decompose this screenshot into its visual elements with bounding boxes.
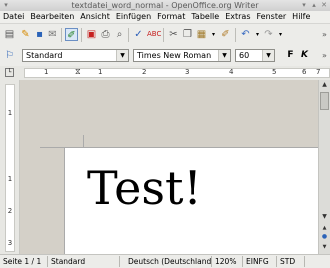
vertical-scrollbar[interactable]: ▲ ▼ ▲ ● ▼ — [318, 80, 330, 254]
status-bar: Seite 1 / 1 Standard Deutsch (Deutschlan… — [0, 254, 330, 268]
autospellcheck-icon[interactable]: ABC — [147, 28, 161, 41]
redo-dropdown-icon[interactable]: ▾ — [274, 28, 287, 41]
minimize-icon[interactable]: ▾ — [300, 1, 308, 9]
ruler-number: 2 — [7, 207, 13, 215]
scroll-up-icon[interactable]: ▲ — [319, 80, 330, 90]
print-icon[interactable]: ⎙ — [99, 28, 112, 41]
page-style[interactable]: Standard — [48, 256, 120, 267]
toolbar-separator — [235, 28, 236, 42]
paragraph-style-combo[interactable]: Standard ▼ — [22, 49, 129, 62]
clone-formatting-icon[interactable]: ✐ — [219, 28, 232, 41]
menu-hilfe[interactable]: Hilfe — [289, 11, 313, 23]
toolbar-separator — [163, 28, 164, 42]
font-name-combo[interactable]: Times New Roman ▼ — [133, 49, 231, 62]
bold-button[interactable]: F — [284, 49, 297, 62]
ruler-number: 5 — [272, 68, 277, 76]
zoom-indicator[interactable]: 120% — [212, 256, 243, 267]
menu-extras[interactable]: Extras — [222, 11, 253, 23]
ruler-number: 7 — [316, 68, 321, 76]
toolbar-overflow-icon[interactable]: » — [318, 49, 330, 62]
menu-ansicht[interactable]: Ansicht — [77, 11, 113, 23]
save-icon[interactable]: ▪ — [33, 28, 46, 41]
paragraph-style-value: Standard — [26, 51, 63, 60]
vertical-ruler[interactable]: 1 1 2 3 — [0, 80, 20, 254]
toolbar-separator — [61, 28, 62, 42]
selection-mode-indicator[interactable]: STD — [277, 256, 305, 267]
font-name-value: Times New Roman — [137, 51, 212, 60]
cut-icon[interactable]: ✂ — [167, 28, 180, 41]
document-area[interactable]: Test! — [20, 80, 318, 254]
export-pdf-icon[interactable]: ▣ — [85, 28, 98, 41]
window-title: textdatei_word_normal - OpenOffice.org W… — [71, 1, 259, 10]
scrollbar-thumb[interactable] — [320, 92, 329, 110]
horizontal-ruler[interactable]: └ 1 ⧖ 1 2 3 4 5 6 7 — [0, 66, 330, 81]
navigator-icon[interactable]: ● — [319, 232, 330, 242]
ruler-number: 6 — [302, 68, 307, 76]
copy-icon[interactable]: ❐ — [181, 28, 194, 41]
ruler-number: 4 — [229, 68, 234, 76]
toolbar-separator — [81, 28, 82, 42]
styles-formatting-icon[interactable]: ⚐ — [3, 49, 16, 62]
email-icon[interactable]: ✉ — [46, 28, 59, 41]
menu-einfuegen[interactable]: Einfügen — [113, 11, 154, 23]
menu-datei[interactable]: Datei — [0, 11, 27, 23]
menu-format[interactable]: Format — [154, 11, 188, 23]
menu-tabelle[interactable]: Tabelle — [188, 11, 222, 23]
ruler-number: 3 — [185, 68, 190, 76]
tab-type-icon[interactable]: └ — [5, 68, 14, 77]
ruler-number: 1 — [7, 109, 13, 117]
close-icon[interactable]: ✕ — [320, 1, 328, 9]
chevron-down-icon[interactable]: ▼ — [218, 50, 230, 61]
open-icon[interactable]: ✎ — [19, 28, 32, 41]
formatting-toolbar: ⚐ Standard ▼ Times New Roman ▼ 60 ▼ F K … — [0, 46, 330, 67]
chevron-down-icon[interactable]: ▼ — [262, 50, 274, 61]
spellcheck-icon[interactable]: ✓ — [132, 28, 145, 41]
italic-button[interactable]: K — [298, 49, 311, 62]
standard-toolbar: ▤ ✎ ▪ ✉ ✐ ▣ ⎙ ⌕ ✓ ABC ✂ ❐ ▦ ▾ ✐ ↶ ▾ ↷ ▾ … — [0, 24, 330, 47]
ruler-number: 1 — [98, 68, 103, 76]
menu-bearbeiten[interactable]: Bearbeiten — [27, 11, 77, 23]
next-page-icon[interactable]: ▼ — [319, 242, 330, 252]
document-text[interactable]: Test! — [87, 162, 202, 214]
ruler-number: 2 — [142, 68, 147, 76]
toolbar-separator — [128, 28, 129, 42]
language-indicator[interactable]: Deutsch (Deutschland) — [120, 256, 212, 267]
edit-file-icon[interactable]: ✐ — [65, 28, 78, 41]
font-size-value: 60 — [239, 51, 250, 60]
print-preview-icon[interactable]: ⌕ — [113, 28, 126, 41]
document-page[interactable]: Test! — [64, 147, 318, 254]
scroll-down-icon[interactable]: ▼ — [319, 212, 330, 222]
ruler-number: 3 — [7, 239, 13, 247]
toolbar-overflow-icon[interactable]: » — [318, 28, 330, 41]
menu-fenster[interactable]: Fenster — [254, 11, 290, 23]
ruler-number: 1 — [7, 175, 13, 183]
ruler-number: 1 — [44, 68, 49, 76]
page-indicator[interactable]: Seite 1 / 1 — [0, 256, 48, 267]
maximize-icon[interactable]: ▴ — [310, 1, 318, 9]
menu-bar: Datei Bearbeiten Ansicht Einfügen Format Tabe… — [0, 11, 330, 24]
new-document-icon[interactable]: ▤ — [3, 28, 16, 41]
document-modified-indicator — [305, 256, 330, 267]
chevron-down-icon[interactable]: ▼ — [116, 50, 128, 61]
indent-marker-icon[interactable]: ⧖ — [75, 68, 81, 76]
insert-mode-indicator[interactable]: EINFG — [243, 256, 277, 267]
ruler-strip — [24, 68, 330, 78]
font-size-combo[interactable]: 60 ▼ — [235, 49, 275, 62]
